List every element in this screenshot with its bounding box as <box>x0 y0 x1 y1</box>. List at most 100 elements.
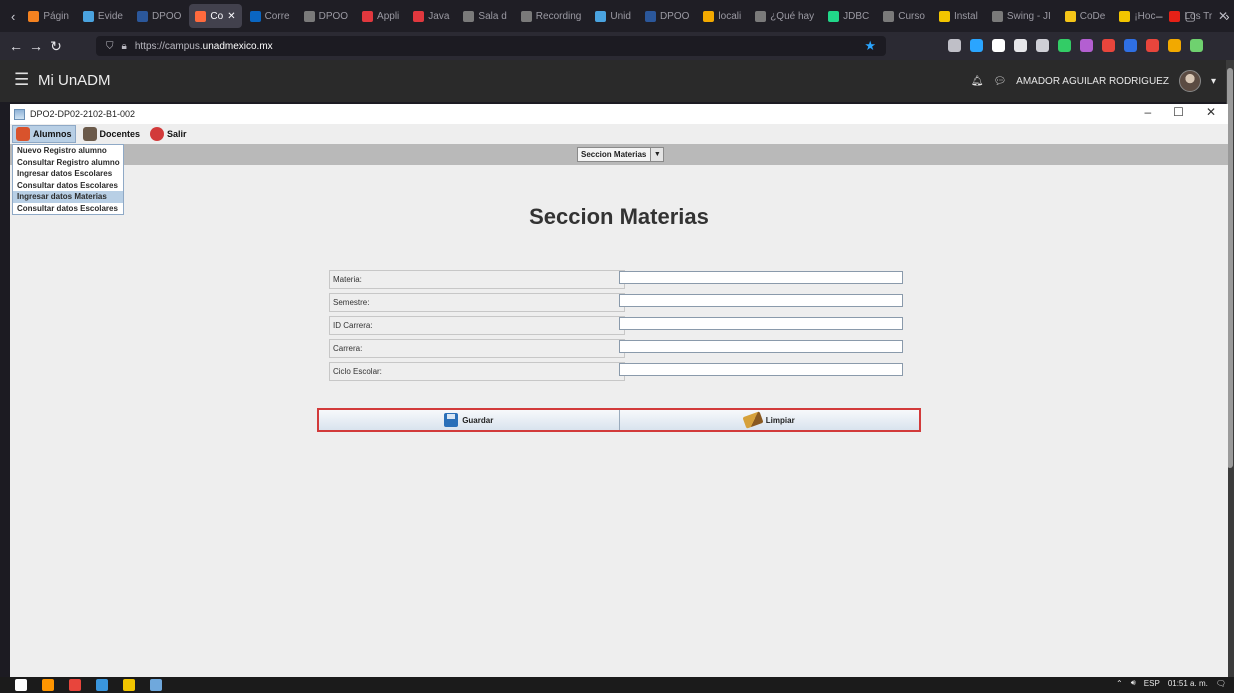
menu-docentes[interactable]: Docentes <box>80 125 144 143</box>
browser-tab[interactable]: ¿Qué hay <box>749 4 820 28</box>
menu-alumnos[interactable]: Alumnos <box>12 125 76 143</box>
taskbar-app-icon[interactable] <box>69 679 81 691</box>
dropdown-menu-item[interactable]: Ingresar datos Materias <box>13 191 123 203</box>
extension-toolbar <box>948 39 1203 52</box>
extension-icon[interactable] <box>948 39 961 52</box>
app-close-icon[interactable]: ✕ <box>1206 105 1216 119</box>
browser-tab[interactable]: Recording <box>515 4 588 28</box>
hamburger-menu-icon[interactable]: ☰ <box>14 70 29 90</box>
extension-icon[interactable] <box>1080 39 1093 52</box>
chevron-down-icon[interactable]: ▼ <box>650 148 664 161</box>
extension-icon[interactable] <box>1036 39 1049 52</box>
browser-tab[interactable]: Sala d <box>457 4 512 28</box>
dropdown-menu-item[interactable]: Nuevo Registro alumno <box>13 145 123 157</box>
taskbar-app-icon[interactable] <box>15 679 27 691</box>
page-title: Seccion Materias <box>529 204 709 229</box>
field-input[interactable] <box>619 340 903 353</box>
taskbar-app-icon[interactable] <box>150 679 162 691</box>
maximize-icon[interactable]: ▢ <box>1185 9 1196 23</box>
tab-close-icon[interactable]: ✕ <box>227 11 235 22</box>
tab-favicon-icon <box>303 10 315 22</box>
messages-icon[interactable]: 💬︎ <box>993 76 1006 87</box>
browser-tab[interactable]: DPOO <box>131 4 187 28</box>
app-minimize-icon[interactable]: – <box>1144 105 1151 119</box>
app-maximize-icon[interactable]: ☐ <box>1173 105 1184 119</box>
notifications-bell-icon[interactable]: 🔔︎ <box>971 76 984 87</box>
user-name[interactable]: AMADOR AGUILAR RODRIGUEZ <box>1016 76 1169 87</box>
extension-icon[interactable] <box>1146 39 1159 52</box>
section-select[interactable]: Seccion Materias ▼ <box>577 147 665 162</box>
tab-label: CoDe <box>1079 10 1106 22</box>
close-icon[interactable]: ✕ <box>1218 9 1228 23</box>
browser-tab[interactable]: CoDe <box>1059 4 1112 28</box>
tab-favicon-icon <box>883 10 895 22</box>
language-indicator[interactable]: ESP <box>1144 679 1160 688</box>
minimize-icon[interactable]: – <box>1156 9 1163 23</box>
browser-tab[interactable]: ¡Hoc <box>1113 4 1161 28</box>
field-input[interactable] <box>619 294 903 307</box>
taskbar-app-icon[interactable] <box>123 679 135 691</box>
site-brand[interactable]: Mi UnADM <box>38 72 111 89</box>
dropdown-menu-item[interactable]: Consultar datos Escolares <box>13 203 123 215</box>
browser-tab[interactable]: Appli <box>356 4 405 28</box>
browser-tab[interactable]: Págin <box>22 4 75 28</box>
browser-tab[interactable]: DPOO <box>298 4 354 28</box>
clock[interactable]: 01:51 a. m. <box>1168 679 1208 688</box>
tab-scroll-left-icon[interactable]: ‹ <box>4 9 22 24</box>
browser-tab[interactable]: JDBC <box>822 4 875 28</box>
app-window-controls: – ☐ ✕ <box>1144 105 1216 119</box>
lock-icon: 🔒︎ <box>121 40 127 52</box>
extension-icon[interactable] <box>1190 39 1203 52</box>
menu-salir[interactable]: Salir <box>147 125 190 143</box>
tab-favicon-icon <box>195 10 207 22</box>
browser-tab[interactable]: locali <box>697 4 747 28</box>
extension-icon[interactable] <box>1014 39 1027 52</box>
browser-tab[interactable]: Corre <box>244 4 296 28</box>
user-menu-chevron-icon[interactable]: ▾ <box>1211 76 1216 87</box>
bookmark-star-icon[interactable]: ★ <box>864 38 876 54</box>
extension-icon[interactable] <box>970 39 983 52</box>
materias-form: Materia: Semestre: ID Carrera: Carrera: Cicl… <box>329 268 904 383</box>
dropdown-menu-item[interactable]: Consultar Registro alumno <box>13 157 123 169</box>
browser-tab[interactable]: DPOO <box>639 4 695 28</box>
extension-icon[interactable] <box>1168 39 1181 52</box>
forward-icon[interactable]: → <box>26 38 46 54</box>
clear-button-label: Limpiar <box>765 415 795 425</box>
taskbar-app-icon[interactable] <box>96 679 108 691</box>
reload-icon[interactable]: ↻ <box>46 38 66 55</box>
field-label: ID Carrera: <box>329 316 625 335</box>
tab-label: Co <box>210 10 224 22</box>
teachers-icon <box>82 127 97 141</box>
dropdown-menu-item[interactable]: Consultar datos Escolares <box>13 180 123 192</box>
field-input[interactable] <box>619 317 903 330</box>
taskbar-app-icon[interactable] <box>42 679 54 691</box>
save-button[interactable]: Guardar <box>319 410 620 430</box>
browser-tab[interactable]: Co ✕ <box>189 4 242 28</box>
tab-favicon-icon <box>520 10 532 22</box>
browser-tab[interactable]: Java <box>407 4 455 28</box>
browser-tab[interactable]: Unid <box>589 4 637 28</box>
extension-icon[interactable] <box>1102 39 1115 52</box>
clear-button[interactable]: Limpiar <box>619 410 919 430</box>
tab-label: DPOO <box>318 10 349 22</box>
browser-tab[interactable]: Swing - JI <box>986 4 1057 28</box>
browser-tab[interactable]: Evide <box>77 4 129 28</box>
volume-icon[interactable]: 🔊︎ <box>1131 678 1136 688</box>
url-bar[interactable]: ⛉ 🔒︎ https://campus.unadmexico.mx ★ <box>96 36 886 56</box>
back-icon[interactable]: ← <box>6 38 26 54</box>
tab-label: Unid <box>610 10 631 22</box>
tab-label: DPOO <box>659 10 690 22</box>
extension-icon[interactable] <box>992 39 1005 52</box>
field-input[interactable] <box>619 271 903 284</box>
save-button-label: Guardar <box>462 415 494 425</box>
network-icon[interactable]: ⌃ <box>1116 679 1123 688</box>
notifications-icon[interactable]: 🗨︎ <box>1216 679 1226 688</box>
browser-tab[interactable]: Instal <box>933 4 984 28</box>
field-label: Ciclo Escolar: <box>329 362 625 381</box>
extension-icon[interactable] <box>1058 39 1071 52</box>
browser-tab[interactable]: Curso <box>877 4 931 28</box>
avatar[interactable] <box>1178 70 1201 92</box>
dropdown-menu-item[interactable]: Ingresar datos Escolares <box>13 168 123 180</box>
extension-icon[interactable] <box>1124 39 1137 52</box>
field-input[interactable] <box>619 363 903 376</box>
